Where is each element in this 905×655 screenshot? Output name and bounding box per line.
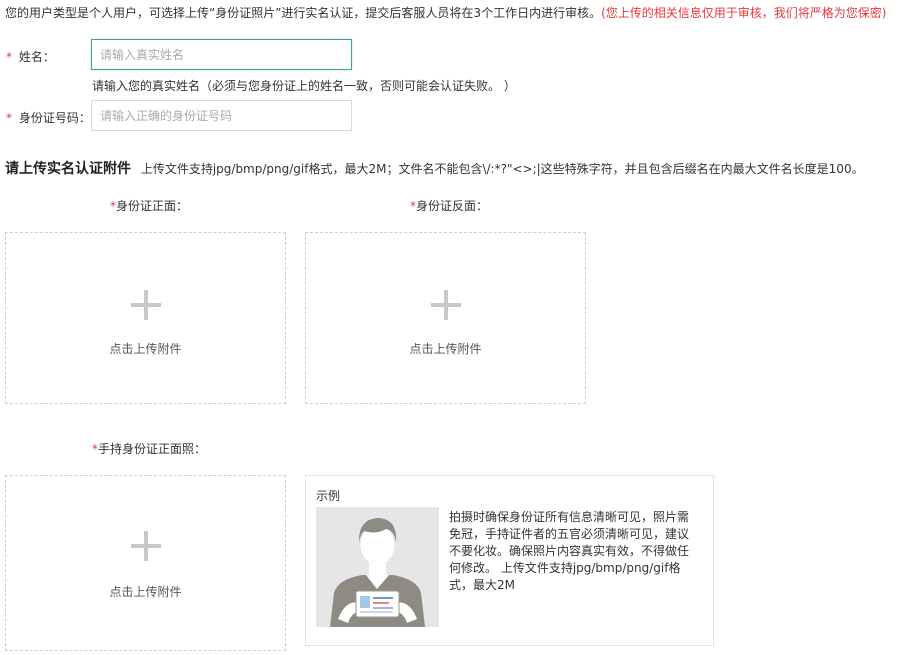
upload-handheld-text: 点击上传附件 xyxy=(109,585,182,599)
name-label: 姓名： xyxy=(18,50,55,64)
attachments-header: 请上传实名认证附件 上传文件支持jpg/bmp/png/gif格式，最大2M；文… xyxy=(5,158,864,178)
name-label-row: * 姓名： xyxy=(6,48,55,65)
example-image xyxy=(316,507,439,627)
name-hint: 请输入您的真实姓名（必须与您身份证上的姓名一致，否则可能会认证失败。 ） xyxy=(92,79,516,93)
name-input[interactable] xyxy=(91,39,352,70)
upload-back-text: 点击上传附件 xyxy=(409,342,482,356)
handheld-label-row: *手持身份证正面照： xyxy=(92,440,206,457)
id-number-input[interactable] xyxy=(91,100,352,131)
notice-text: 您的用户类型是个人用户，可选择上传“身份证照片”进行实名认证，提交后客服人员将在… xyxy=(5,6,602,20)
front-label-row: *身份证正面： xyxy=(110,197,188,214)
plus-icon xyxy=(130,290,161,320)
id-label-row: * 身份证号码： xyxy=(6,109,91,126)
upload-front-text: 点击上传附件 xyxy=(109,342,182,356)
person-holding-id-icon xyxy=(316,507,439,627)
notice-line: 您的用户类型是个人用户，可选择上传“身份证照片”进行实名认证，提交后客服人员将在… xyxy=(5,4,886,21)
required-mark: * xyxy=(6,111,12,125)
notice-warning: (您上传的相关信息仅用于审核，我们将严格为您保密) xyxy=(601,6,887,20)
upload-handheld-box[interactable]: 点击上传附件 xyxy=(5,475,286,651)
back-label: 身份证反面： xyxy=(416,199,489,213)
plus-icon xyxy=(130,531,161,561)
back-label-row: *身份证反面： xyxy=(410,197,488,214)
example-box: 示例 拍摄时确保身份证所有信息清晰可见，照片需免冠，手持证件者的五官必须清晰可见… xyxy=(305,475,714,646)
required-mark: * xyxy=(6,50,12,64)
upload-back-box[interactable]: 点击上传附件 xyxy=(305,232,586,404)
section-title: 请上传实名认证附件 xyxy=(5,161,131,177)
front-label: 身份证正面： xyxy=(116,199,189,213)
id-label: 身份证号码： xyxy=(18,111,91,125)
section-note: 上传文件支持jpg/bmp/png/gif格式，最大2M；文件名不能包含\/:*… xyxy=(140,162,864,176)
handheld-label: 手持身份证正面照： xyxy=(98,442,207,456)
upload-front-box[interactable]: 点击上传附件 xyxy=(5,232,286,404)
plus-icon xyxy=(430,290,461,320)
example-title: 示例 xyxy=(316,489,341,503)
example-description: 拍摄时确保身份证所有信息清晰可见，照片需免冠，手持证件者的五官必须清晰可见，建议… xyxy=(449,510,690,592)
